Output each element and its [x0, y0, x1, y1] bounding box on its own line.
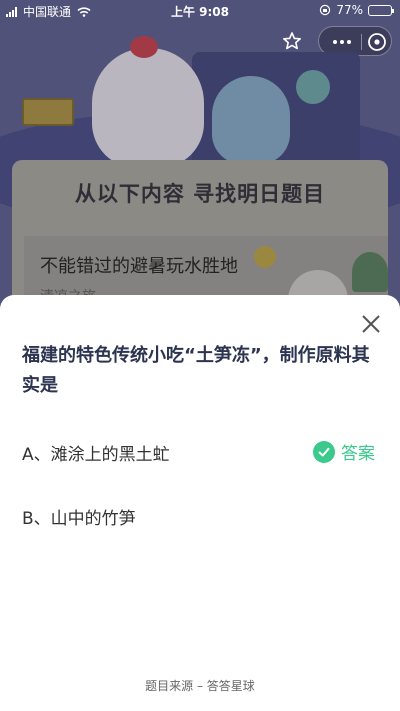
sun-illustration — [254, 246, 276, 268]
option-a-label: A、滩涂上的黑土虻 — [22, 445, 170, 465]
battery-percent: 77% — [336, 3, 363, 17]
battery-icon — [368, 4, 394, 16]
status-bar: 中国联通 上午 9:08 77% — [0, 0, 400, 22]
answer-label: 答案 — [341, 444, 375, 464]
capsule-divider — [361, 34, 362, 50]
rotation-lock-icon — [320, 4, 331, 16]
palm-illustration — [352, 252, 388, 292]
question-source: 题目来源 – 答答星球 — [145, 679, 255, 693]
option-b[interactable]: B、山中的竹笋 — [0, 495, 400, 535]
close-icon[interactable] — [358, 311, 384, 337]
chicken-comb — [130, 36, 158, 58]
award-board-illustration — [22, 98, 74, 126]
favorite-button[interactable] — [276, 28, 308, 54]
status-right: 77% — [319, 3, 394, 17]
star-icon — [282, 32, 302, 50]
seal-mascot — [212, 76, 290, 164]
more-icon[interactable] — [327, 31, 357, 53]
answer-badge: 答案 — [313, 439, 375, 464]
quiz-sheet: 福建的特色传统小吃“土笋冻”，制作原料其实是 A、滩涂上的黑土虻 答案 B、山中… — [0, 295, 400, 711]
option-b-label: B、山中的竹笋 — [22, 509, 136, 529]
question-text: 福建的特色传统小吃“土笋冻”，制作原料其实是 — [22, 345, 370, 396]
card-banner: 从以下内容 寻找明日题目 — [74, 182, 326, 206]
option-a[interactable]: A、滩涂上的黑土虻 答案 — [0, 431, 400, 471]
article-title: 不能错过的避暑玩水胜地 — [40, 256, 238, 277]
close-circle-icon[interactable] — [366, 31, 388, 53]
globe-illustration — [296, 70, 330, 104]
chicken-mascot — [92, 48, 204, 168]
check-circle-icon — [313, 440, 335, 463]
